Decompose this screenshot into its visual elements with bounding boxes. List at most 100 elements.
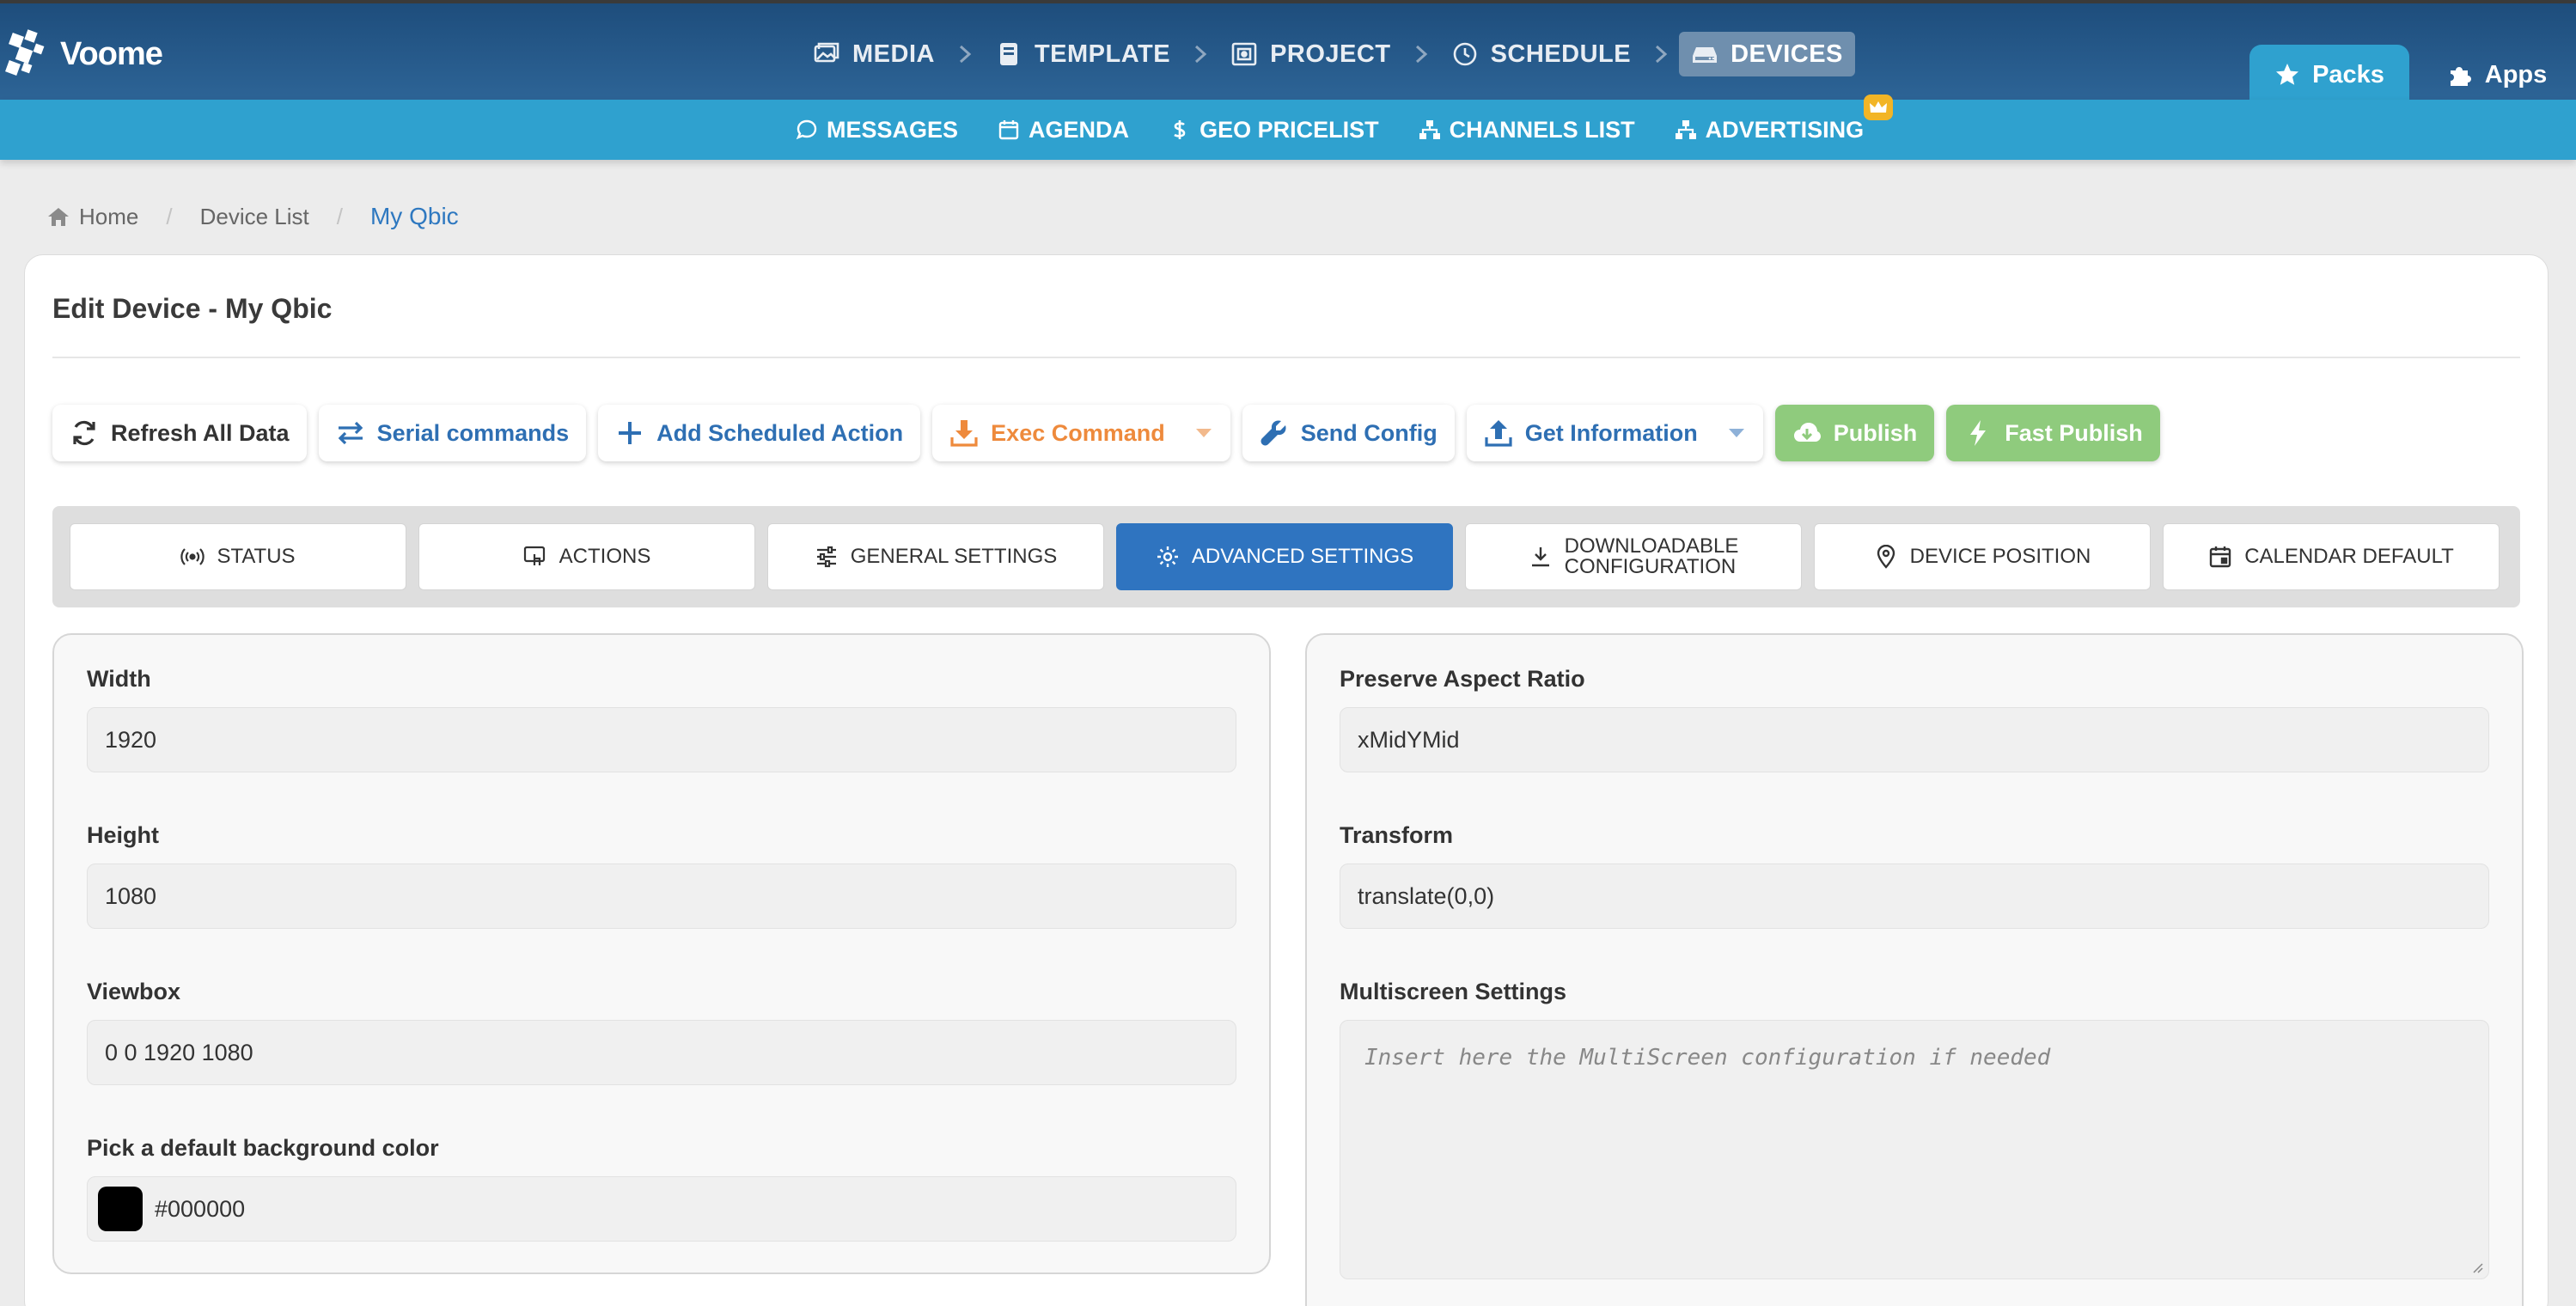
subnav-geo-pricelist[interactable]: GEO PRICELIST xyxy=(1169,117,1379,143)
map-pin-icon xyxy=(1877,545,1895,569)
subnav-channels-list[interactable]: CHANNELS LIST xyxy=(1419,117,1635,143)
height-input[interactable]: 1080 xyxy=(87,864,1236,929)
chevron-right-icon xyxy=(1403,41,1439,67)
nav-template[interactable]: TEMPLATE xyxy=(983,32,1182,76)
divider xyxy=(52,357,2520,358)
download-icon xyxy=(950,420,978,447)
touch-screen-icon xyxy=(523,546,545,565)
transform-input[interactable]: translate(0,0) xyxy=(1340,864,2489,929)
nav-project[interactable]: PROJECT xyxy=(1218,32,1402,76)
wrench-icon xyxy=(1261,420,1286,446)
resize-handle-icon[interactable] xyxy=(2469,1260,2483,1273)
tab-downloadable-line2: CONFIGURATION xyxy=(1564,555,1737,578)
caret-down-icon[interactable] xyxy=(1727,427,1746,439)
secondary-navbar: MESSAGES AGENDA GEO PRICELIST CHANNELS L… xyxy=(0,94,2576,160)
broadcast-icon xyxy=(180,548,205,565)
multiscreen-label: Multiscreen Settings xyxy=(1340,979,1567,1004)
crown-icon xyxy=(1870,101,1888,113)
serial-commands-button[interactable]: Serial commands xyxy=(318,405,587,461)
tab-general-settings[interactable]: GENERAL SETTINGS xyxy=(767,523,1104,590)
voome-logo-icon xyxy=(5,29,45,76)
nav-schedule[interactable]: SCHEDULE xyxy=(1439,32,1644,76)
get-information-button[interactable]: Get Information xyxy=(1466,405,1763,461)
subnav-messages[interactable]: MESSAGES xyxy=(796,117,958,143)
upload-icon xyxy=(1485,420,1512,447)
tab-downloadable-configuration[interactable]: DOWNLOADABLE CONFIGURATION xyxy=(1465,523,1802,590)
chevron-right-icon xyxy=(1643,41,1679,67)
background-color-picker[interactable]: #000000 xyxy=(87,1176,1236,1242)
refresh-all-data-button[interactable]: Refresh All Data xyxy=(52,405,307,461)
exchange-icon xyxy=(338,421,363,445)
breadcrumb-device-list[interactable]: Device List xyxy=(200,204,309,230)
send-config-button[interactable]: Send Config xyxy=(1242,405,1455,461)
breadcrumb-home[interactable]: Home xyxy=(46,204,138,230)
refresh-icon xyxy=(73,420,95,446)
sitemap-icon xyxy=(1419,120,1440,139)
secondary-nav: MESSAGES AGENDA GEO PRICELIST CHANNELS L… xyxy=(796,94,1894,160)
fast-publish-button[interactable]: Fast Publish xyxy=(1946,405,2160,461)
width-label: Width xyxy=(87,666,151,692)
viewbox-label: Viewbox xyxy=(87,979,181,1004)
calendar-icon xyxy=(998,120,1019,140)
plus-icon xyxy=(619,422,642,444)
voome-logo[interactable]: Voome xyxy=(5,27,163,81)
multiscreen-placeholder: Insert here the MultiScreen configuratio… xyxy=(1364,1045,2051,1071)
tab-downloadable-line1: DOWNLOADABLE xyxy=(1564,534,1739,558)
premium-badge xyxy=(1864,94,1894,120)
tab-device-position[interactable]: DEVICE POSITION xyxy=(1814,523,2151,590)
speech-bubble-icon xyxy=(796,119,817,140)
nav-devices[interactable]: DEVICES xyxy=(1679,32,1855,76)
display-settings-panel: Width 1920 Height 1080 Viewbox 0 0 1920 … xyxy=(52,633,1271,1274)
tab-calendar-default[interactable]: CALENDAR DEFAULT xyxy=(2163,523,2500,590)
packs-tab[interactable]: Packs xyxy=(2249,45,2409,105)
chevron-right-icon xyxy=(947,41,983,67)
nav-media[interactable]: MEDIA xyxy=(801,32,947,76)
width-input[interactable]: 1920 xyxy=(87,707,1236,772)
publish-button[interactable]: Publish xyxy=(1774,405,1935,461)
app-name: Voome xyxy=(60,35,163,72)
gear-icon xyxy=(1157,546,1178,567)
subnav-agenda[interactable]: AGENDA xyxy=(998,117,1129,143)
aspect-ratio-input[interactable]: xMidYMid xyxy=(1340,707,2489,772)
bolt-icon xyxy=(1970,420,1987,446)
caret-down-icon[interactable] xyxy=(1194,427,1213,439)
calendar-icon xyxy=(2209,546,2231,568)
subnav-advertising[interactable]: ADVERTISING xyxy=(1675,94,1894,143)
sliders-icon xyxy=(816,546,836,568)
device-tabs: STATUS ACTIONS GENERAL SETTINGS ADVANCED… xyxy=(52,506,2520,607)
project-icon xyxy=(1231,42,1257,66)
star-icon xyxy=(2276,64,2299,85)
dollar-icon xyxy=(1174,120,1186,139)
tab-status[interactable]: STATUS xyxy=(70,523,406,590)
main-nav: MEDIA TEMPLATE PROJECT SCHEDULE DEVICES xyxy=(801,31,1855,77)
breadcrumb: Home / Device List / My Qbic xyxy=(46,203,459,230)
hdd-icon xyxy=(1693,47,1718,63)
clock-icon xyxy=(1453,42,1476,66)
exec-command-button[interactable]: Exec Command xyxy=(932,405,1230,461)
aspect-ratio-label: Preserve Aspect Ratio xyxy=(1340,666,1585,692)
action-toolbar: Refresh All Data Serial commands Add Sch… xyxy=(52,405,2160,463)
edit-device-card: Edit Device - My Qbic Refresh All Data S… xyxy=(24,254,2549,1306)
background-color-label: Pick a default background color xyxy=(87,1135,439,1161)
top-navbar: Voome MEDIA TEMPLATE PROJECT SCHEDULE DE… xyxy=(0,0,2576,105)
tab-actions[interactable]: ACTIONS xyxy=(418,523,755,590)
image-icon xyxy=(814,42,839,63)
cloud-download-icon xyxy=(1793,423,1821,442)
breadcrumb-current: My Qbic xyxy=(369,203,459,229)
multiscreen-textarea[interactable]: Insert here the MultiScreen configuratio… xyxy=(1340,1020,2489,1279)
add-scheduled-action-button[interactable]: Add Scheduled Action xyxy=(598,405,921,461)
download-icon xyxy=(1531,547,1549,567)
chevron-right-icon xyxy=(1182,41,1218,67)
breadcrumb-separator: / xyxy=(166,203,173,229)
transform-label: Transform xyxy=(1340,822,1454,848)
svg-settings-panel: Preserve Aspect Ratio xMidYMid Transform… xyxy=(1305,633,2524,1306)
book-icon xyxy=(999,43,1017,65)
tab-advanced-settings[interactable]: ADVANCED SETTINGS xyxy=(1116,523,1453,590)
color-swatch[interactable] xyxy=(98,1187,143,1231)
viewbox-input[interactable]: 0 0 1920 1080 xyxy=(87,1020,1236,1085)
apps-tab[interactable]: Apps xyxy=(2428,45,2566,105)
page-title: Edit Device - My Qbic xyxy=(52,293,333,324)
home-icon xyxy=(48,208,69,226)
breadcrumb-separator: / xyxy=(336,203,343,229)
sitemap-icon xyxy=(1675,120,1696,139)
